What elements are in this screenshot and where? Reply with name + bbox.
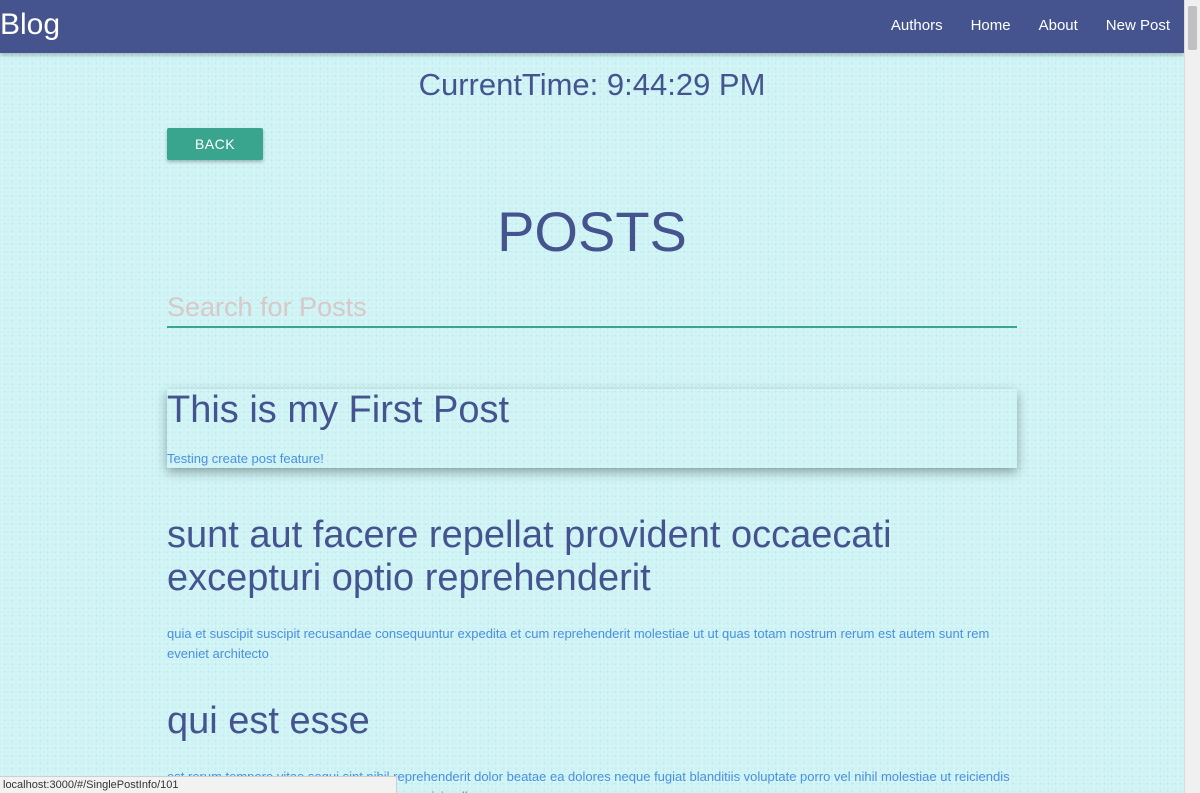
nav-link-new-post[interactable]: New Post [1106, 17, 1170, 35]
post-title[interactable]: sunt aut facere repellat provident occae… [167, 514, 1017, 600]
brand-link[interactable]: Blog [0, 7, 60, 43]
scrollbar-thumb[interactable] [1188, 6, 1197, 50]
nav-link-authors[interactable]: Authors [891, 17, 943, 35]
post-title[interactable]: This is my First Post [167, 389, 509, 432]
status-bar-url: localhost:3000/#/SinglePostInfo/101 [0, 776, 397, 793]
post-title[interactable]: qui est esse [167, 700, 1017, 743]
top-navbar: Blog Authors Home About New Post [0, 0, 1184, 53]
post-card[interactable]: This is my First Post Testing create pos… [167, 389, 1017, 468]
post-body: Testing create post feature! [167, 451, 324, 466]
nav-links: Authors Home About New Post [891, 17, 1170, 35]
back-button[interactable]: BACK [167, 128, 263, 160]
vertical-scrollbar[interactable] [1184, 0, 1200, 793]
nav-link-about[interactable]: About [1039, 17, 1078, 35]
post-card[interactable]: sunt aut facere repellat provident occae… [167, 514, 1017, 664]
post-body: quia et suscipit suscipit recusandae con… [167, 626, 990, 661]
search-input[interactable] [167, 288, 1017, 328]
nav-link-home[interactable]: Home [971, 17, 1011, 35]
page-title: POSTS [497, 200, 687, 263]
current-time: CurrentTime: 9:44:29 PM [418, 67, 766, 102]
